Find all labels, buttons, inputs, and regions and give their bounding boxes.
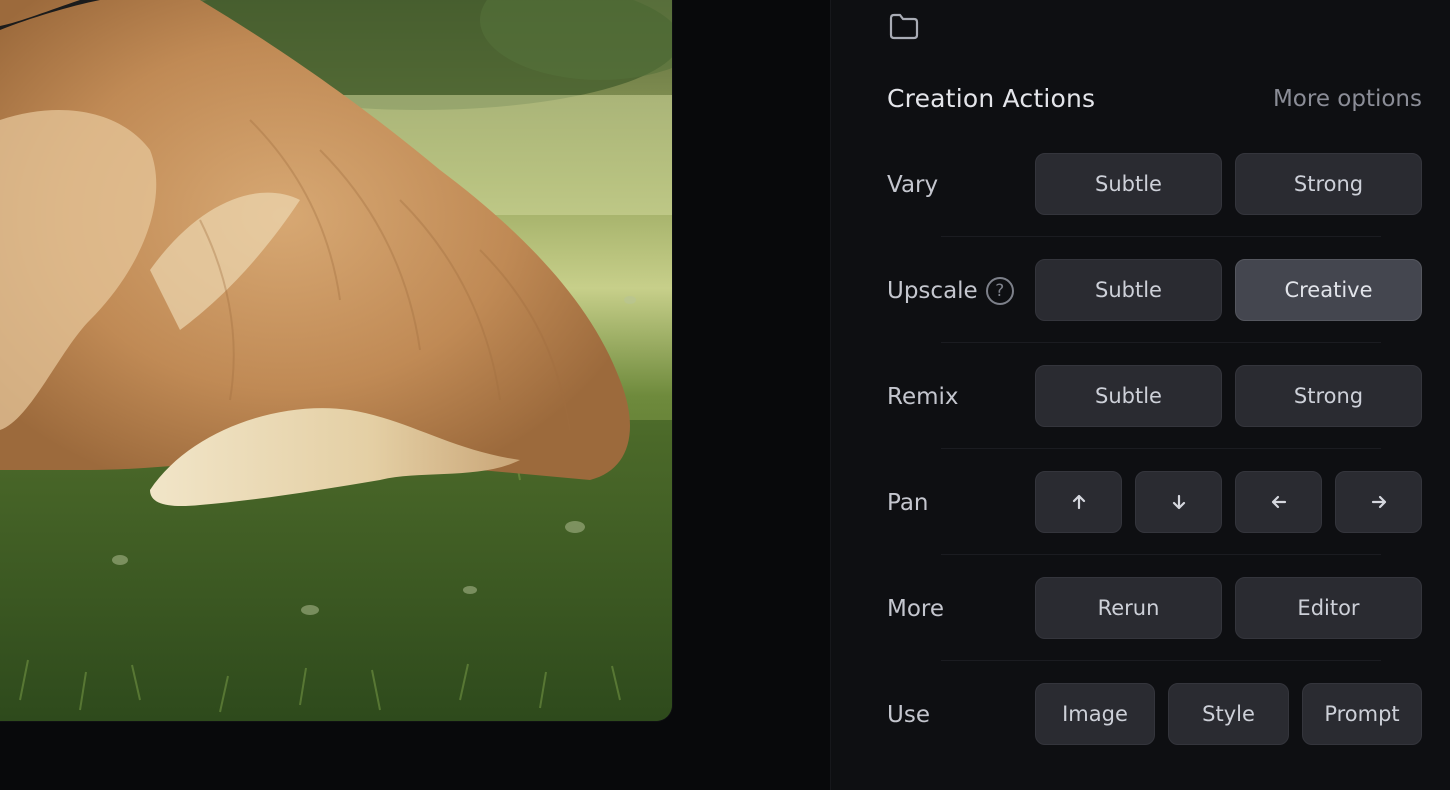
pan-down-button[interactable] [1135, 471, 1222, 533]
help-icon[interactable]: ? [985, 277, 1014, 305]
arrow-up-icon [1072, 494, 1085, 510]
rerun-button[interactable]: Rerun [1035, 577, 1222, 639]
remix-subtle-button[interactable]: Subtle [1035, 365, 1222, 427]
editor-button[interactable]: Editor [1235, 577, 1422, 639]
arrow-left-icon [1271, 495, 1286, 509]
arrow-down-icon [1172, 494, 1185, 510]
row-label-use: Use [887, 702, 930, 728]
divider [941, 236, 1381, 237]
use-prompt-button[interactable]: Prompt [1302, 683, 1422, 745]
use-style-button[interactable]: Style [1168, 683, 1289, 745]
vary-strong-button[interactable]: Strong [1235, 153, 1422, 215]
use-label: Use [887, 702, 930, 728]
row-remix: Remix Subtle Strong [887, 365, 1422, 429]
row-label-vary: Vary [887, 172, 938, 198]
upscale-creative-button[interactable]: Creative [1235, 259, 1422, 321]
row-label-more: More [887, 596, 944, 622]
divider [941, 554, 1381, 555]
pan-label: Pan [887, 490, 929, 516]
divider [941, 342, 1381, 343]
image-viewer [0, 0, 830, 790]
upscale-label: Upscale [887, 278, 978, 304]
upscale-subtle-button[interactable]: Subtle [1035, 259, 1222, 321]
divider [941, 448, 1381, 449]
creation-panel: Creation Actions More options Vary Subtl… [830, 0, 1450, 790]
remix-label: Remix [887, 384, 959, 410]
row-more: More Rerun Editor [887, 577, 1422, 641]
vary-subtle-button[interactable]: Subtle [1035, 153, 1222, 215]
pan-up-button[interactable] [1035, 471, 1122, 533]
row-label-pan: Pan [887, 490, 929, 516]
row-upscale: Upscale ? Subtle Creative [887, 259, 1422, 323]
pan-left-button[interactable] [1235, 471, 1322, 533]
row-label-upscale: Upscale ? [887, 277, 1014, 305]
section-title: Creation Actions [887, 84, 1096, 113]
folder-icon[interactable] [888, 12, 920, 40]
app-window: Creation Actions More options Vary Subtl… [0, 0, 1450, 790]
remix-strong-button[interactable]: Strong [1235, 365, 1422, 427]
row-label-remix: Remix [887, 384, 959, 410]
row-vary: Vary Subtle Strong [887, 153, 1422, 217]
generated-image-golden-retriever[interactable] [0, 0, 672, 721]
more-options-link[interactable]: More options [1273, 86, 1422, 112]
row-pan: Pan [887, 471, 1422, 535]
use-image-button[interactable]: Image [1035, 683, 1155, 745]
vary-label: Vary [887, 172, 939, 198]
arrow-right-icon [1371, 495, 1386, 509]
pan-right-button[interactable] [1335, 471, 1422, 533]
more-label: More [887, 596, 945, 622]
divider [941, 660, 1381, 661]
row-use: Use Image Style Prompt [887, 683, 1422, 747]
